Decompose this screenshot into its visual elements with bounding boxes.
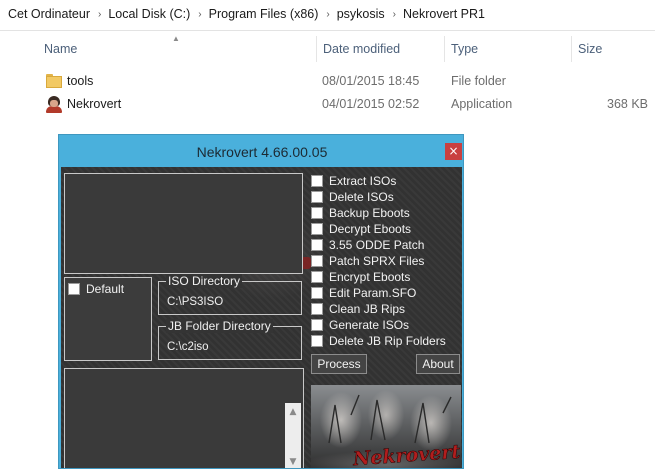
option-label: Patch SPRX Files (329, 254, 425, 268)
jb-folder-directory-label: JB Folder Directory (166, 319, 273, 333)
chevron-right-icon[interactable]: › (326, 9, 329, 20)
breadcrumb-item[interactable]: Program Files (x86) (209, 7, 319, 21)
option-checkbox-extract-isos[interactable]: Extract ISOs (311, 174, 396, 188)
scroll-down-icon[interactable]: ▼ (285, 455, 301, 468)
option-label: Delete ISOs (329, 190, 394, 204)
iso-directory-label: ISO Directory (166, 274, 243, 288)
checkbox-box[interactable] (311, 223, 323, 235)
breadcrumb: Cet Ordinateur › Local Disk (C:) › Progr… (8, 7, 485, 21)
scroll-up-icon[interactable]: ▲ (285, 405, 301, 419)
file-date: 04/01/2015 02:52 (322, 97, 420, 111)
option-label: Extract ISOs (329, 174, 397, 188)
file-type: Application (451, 97, 513, 111)
file-name: Nekrovert (67, 97, 122, 111)
chevron-right-icon[interactable]: › (98, 9, 101, 20)
window-title: Nekrovert 4.66.00.05 (196, 144, 328, 160)
option-checkbox-generate-isos[interactable]: Generate ISOs (311, 318, 409, 332)
application-icon (45, 96, 63, 113)
file-name: tools (67, 74, 94, 88)
checkbox-box[interactable] (311, 287, 323, 299)
checkbox-box[interactable] (311, 175, 323, 187)
option-checkbox-backup-eboots[interactable]: Backup Eboots (311, 206, 410, 220)
checkbox-box[interactable] (311, 255, 323, 267)
checkbox-box[interactable] (68, 283, 80, 295)
checkbox-box[interactable] (311, 239, 323, 251)
option-checkbox-edit-param-sfo[interactable]: Edit Param.SFO (311, 286, 416, 300)
address-bar[interactable]: Cet Ordinateur › Local Disk (C:) › Progr… (0, 0, 655, 31)
logo-text: Nekrovert (351, 441, 461, 469)
option-checkbox-patch-sprx-files[interactable]: Patch SPRX Files (311, 254, 424, 268)
breadcrumb-item[interactable]: psykosis (337, 7, 385, 21)
nekrovert-window: Nekrovert 4.66.00.05 × Default ISO Direc… (58, 134, 464, 469)
option-label: Encrypt Eboots (329, 270, 411, 284)
column-header-row: ▲ Name Date modified Type Size (0, 34, 655, 62)
file-row-nekrovert[interactable]: Nekrovert 04/01/2015 02:52 Application 3… (0, 94, 655, 116)
jb-folder-directory-path[interactable]: C:\c2iso (167, 341, 209, 353)
logo-figures: Nekrovert (328, 394, 461, 469)
vertical-scrollbar[interactable]: ▲ ▼ (285, 403, 301, 468)
checkbox-box[interactable] (311, 191, 323, 203)
log-output-panel[interactable] (64, 173, 303, 274)
column-divider[interactable] (571, 36, 572, 62)
iso-directory-path[interactable]: C:\PS3ISO (167, 296, 223, 308)
option-checkbox-3-55-odde-patch[interactable]: 3.55 ODDE Patch (311, 238, 424, 252)
option-label: Backup Eboots (329, 206, 410, 220)
file-type: File folder (451, 74, 506, 88)
option-label: Generate ISOs (329, 318, 410, 332)
file-row-tools[interactable]: tools 08/01/2015 18:45 File folder (0, 71, 655, 93)
option-checkbox-decrypt-eboots[interactable]: Decrypt Eboots (311, 222, 411, 236)
chevron-right-icon[interactable]: › (393, 9, 396, 20)
column-header-name[interactable]: Name (44, 42, 77, 56)
checkbox-box[interactable] (311, 271, 323, 283)
option-label: 3.55 ODDE Patch (329, 238, 425, 252)
column-divider[interactable] (444, 36, 445, 62)
iso-directory-group[interactable]: ISO Directory C:\PS3ISO (158, 274, 302, 315)
option-label: Decrypt Eboots (329, 222, 412, 236)
option-label: Clean JB Rips (329, 302, 406, 316)
sort-ascending-icon: ▲ (172, 34, 180, 43)
status-list-panel[interactable] (64, 368, 304, 468)
default-label: Default (86, 282, 125, 296)
close-button[interactable]: × (445, 143, 462, 160)
chevron-right-icon[interactable]: › (198, 9, 201, 20)
checkbox-box[interactable] (311, 319, 323, 331)
option-checkbox-encrypt-eboots[interactable]: Encrypt Eboots (311, 270, 410, 284)
column-divider[interactable] (316, 36, 317, 62)
option-checkbox-delete-jb-rip-folders[interactable]: Delete JB Rip Folders (311, 334, 446, 348)
nekrovert-logo: Nekrovert (311, 385, 461, 469)
file-date: 08/01/2015 18:45 (322, 74, 420, 88)
folder-icon (46, 74, 62, 88)
profile-panel: Default (64, 277, 152, 361)
column-header-date[interactable]: Date modified (323, 42, 400, 56)
window-client-area: Default ISO Directory C:\PS3ISO JB Folde… (61, 167, 462, 469)
checkbox-box[interactable] (311, 207, 323, 219)
option-checkbox-clean-jb-rips[interactable]: Clean JB Rips (311, 302, 405, 316)
column-header-size[interactable]: Size (578, 42, 602, 56)
breadcrumb-item-current[interactable]: Nekrovert PR1 (403, 7, 485, 21)
process-button[interactable]: Process (311, 354, 367, 374)
option-label: Edit Param.SFO (329, 286, 417, 300)
file-size: 368 KB (607, 97, 649, 111)
option-checkbox-delete-isos[interactable]: Delete ISOs (311, 190, 394, 204)
checkbox-box[interactable] (311, 335, 323, 347)
column-header-type[interactable]: Type (451, 42, 478, 56)
breadcrumb-item[interactable]: Local Disk (C:) (108, 7, 190, 21)
option-label: Delete JB Rip Folders (329, 334, 446, 348)
jb-folder-directory-group[interactable]: JB Folder Directory C:\c2iso (158, 319, 302, 360)
breadcrumb-item[interactable]: Cet Ordinateur (8, 7, 90, 21)
default-checkbox[interactable]: Default (68, 282, 124, 296)
about-button[interactable]: About (416, 354, 460, 374)
checkbox-box[interactable] (311, 303, 323, 315)
